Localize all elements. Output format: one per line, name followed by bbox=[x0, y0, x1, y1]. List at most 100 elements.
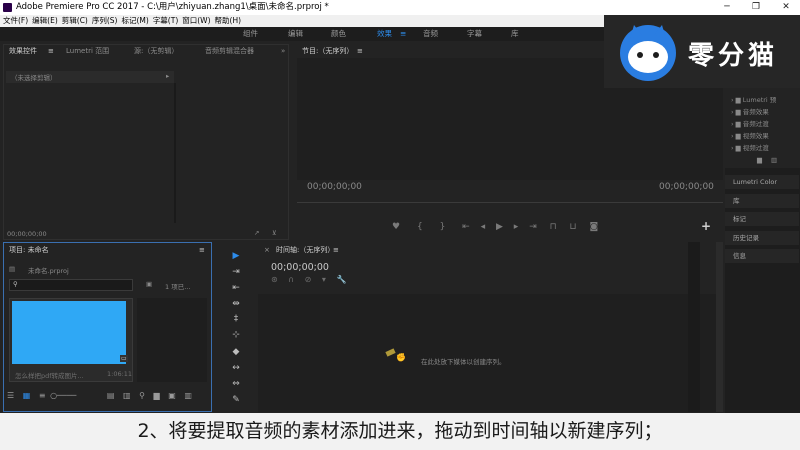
tree-item-audio-effects[interactable]: › ▆ 音频效果 bbox=[731, 106, 769, 116]
effects-tree: › ▆ Lumetri 预 › ▆ 音频效果 › ▆ 音频过渡 › ▆ 视频效果… bbox=[725, 88, 800, 168]
sort-icon[interactable]: ≡ bbox=[39, 391, 46, 400]
camera-icon[interactable]: ◙ bbox=[589, 222, 598, 232]
more-tabs-icon[interactable]: » bbox=[281, 45, 285, 57]
filter-icon[interactable]: ⊻ bbox=[272, 229, 277, 237]
clip-name: 怎么样把pdf转成图片... bbox=[15, 372, 84, 380]
play-icon[interactable]: ▶ bbox=[496, 222, 503, 232]
lift-icon[interactable]: ⊓ bbox=[550, 222, 557, 232]
pen-tool-icon[interactable]: ⇔ bbox=[228, 377, 244, 391]
close-icon[interactable]: ✕ bbox=[775, 0, 797, 15]
project-file-name: 未命名.prproj bbox=[28, 267, 69, 275]
zoom-slider[interactable]: ○──── bbox=[50, 391, 76, 400]
tab-effect-controls[interactable]: 效果控件 bbox=[9, 45, 37, 57]
workspace-libraries[interactable]: 库 bbox=[511, 27, 519, 41]
project-menu-icon[interactable]: ≡ bbox=[199, 244, 205, 256]
clip-thumbnail-card[interactable]: ▭ 怎么样把pdf转成图片... 1:06:11 bbox=[9, 298, 133, 382]
new-bin-icon[interactable]: ▆ bbox=[154, 391, 160, 400]
minimize-icon[interactable]: ─ bbox=[716, 0, 738, 15]
project-title: 项目: 未命名 bbox=[9, 246, 49, 254]
workspace-audio[interactable]: 音频 bbox=[423, 27, 438, 41]
hand-tool-icon[interactable]: ✎ bbox=[228, 393, 244, 407]
slide-tool-icon[interactable]: ↔ bbox=[228, 361, 244, 375]
in-point-icon[interactable]: { bbox=[417, 222, 423, 232]
timeline-close-icon[interactable]: × bbox=[264, 244, 270, 256]
list-view-icon[interactable]: ☰ bbox=[7, 391, 14, 400]
tree-item-video-effects[interactable]: › ▆ 视频效果 bbox=[731, 130, 769, 140]
rate-stretch-tool-icon[interactable]: ‡ bbox=[228, 312, 244, 326]
settings-wrench-icon[interactable]: 🔧 bbox=[336, 275, 346, 284]
menu-title[interactable]: 字幕(T) bbox=[153, 15, 178, 27]
find-icon[interactable]: ⚲ bbox=[139, 391, 145, 400]
menu-help[interactable]: 帮助(H) bbox=[215, 15, 242, 27]
snap-icon[interactable]: ∩ bbox=[288, 275, 294, 284]
rolling-edit-tool-icon[interactable]: ⇹ bbox=[228, 297, 244, 311]
menu-marker[interactable]: 标记(M) bbox=[121, 15, 148, 27]
timeline-toolbar: ⊛ ∩ ⊘ ▾ 🔧 bbox=[271, 275, 346, 284]
clip-duration: 1:06:11 bbox=[107, 370, 133, 378]
new-bin-from-search-icon[interactable]: ▣ bbox=[146, 280, 152, 288]
program-scrub-bar[interactable] bbox=[297, 202, 723, 203]
project-search-input[interactable]: ⚲ bbox=[9, 279, 133, 291]
menu-edit[interactable]: 编辑(E) bbox=[32, 15, 58, 27]
timeline-drop-area[interactable] bbox=[258, 294, 716, 412]
delete-icon[interactable]: ▥ bbox=[771, 156, 777, 164]
selection-tool-icon[interactable]: ▶ bbox=[228, 249, 244, 263]
project-panel: 项目: 未命名 ≡ ▤ 未命名.prproj ⚲ ▣ 1 项已... ▭ 怎么样… bbox=[3, 242, 212, 412]
linked-selection-icon[interactable]: ⊘ bbox=[305, 275, 312, 284]
workspace-editing[interactable]: 编辑 bbox=[288, 27, 303, 41]
timeline-title: 时间轴:（无序列） bbox=[276, 246, 335, 254]
new-item-icon[interactable]: ▣ bbox=[168, 391, 176, 400]
timeline-scrollbar[interactable] bbox=[716, 242, 723, 412]
new-folder-icon[interactable]: ▆ bbox=[757, 156, 762, 164]
menu-file[interactable]: 文件(F) bbox=[3, 15, 28, 27]
effect-controls-panel: 效果控件 ≡ Lumetri 范围 源:（无剪辑） 音频剪辑混合器 » （未选择… bbox=[3, 44, 289, 240]
ripple-edit-tool-icon[interactable]: ⇤ bbox=[228, 281, 244, 295]
marker-icon[interactable]: ♥ bbox=[392, 222, 400, 232]
maximize-icon[interactable]: ❐ bbox=[745, 0, 767, 15]
tree-item-video-transitions[interactable]: › ▆ 视频过渡 bbox=[731, 142, 769, 152]
panel-info[interactable]: 信息 bbox=[725, 249, 799, 263]
automate-icon[interactable]: ▥ bbox=[123, 391, 131, 400]
program-menu-icon[interactable]: ≡ bbox=[357, 45, 363, 57]
panel-history[interactable]: 历史记录 bbox=[725, 231, 799, 245]
razor-tool-icon[interactable]: ⊹ bbox=[228, 328, 244, 342]
timeline-timecode: 00;00;00;00 bbox=[271, 262, 329, 273]
nest-icon[interactable]: ⊛ bbox=[271, 275, 278, 284]
workspace-menu-icon[interactable]: ≡ bbox=[400, 27, 406, 41]
tree-item-lumetri[interactable]: › ▆ Lumetri 预 bbox=[731, 94, 776, 104]
step-forward-icon[interactable]: ▸ bbox=[514, 222, 519, 232]
add-button-icon[interactable]: + bbox=[701, 219, 711, 233]
tree-item-audio-transitions[interactable]: › ▆ 音频过渡 bbox=[731, 118, 769, 128]
clear-icon[interactable]: ▥ bbox=[184, 391, 192, 400]
icon-view-icon[interactable]: ▦ bbox=[23, 391, 31, 400]
tab-audio-clip-mixer[interactable]: 音频剪辑混合器 bbox=[205, 45, 254, 57]
step-back-icon[interactable]: ◂ bbox=[481, 222, 486, 232]
timeline-menu-icon[interactable]: ≡ bbox=[333, 244, 339, 256]
export-icon[interactable]: ↗ bbox=[254, 229, 259, 237]
track-select-tool-icon[interactable]: ⇥ bbox=[228, 265, 244, 279]
menu-window[interactable]: 窗口(W) bbox=[182, 15, 210, 27]
panel-libraries[interactable]: 库 bbox=[725, 194, 799, 208]
go-to-in-icon[interactable]: ⇤ bbox=[462, 222, 470, 232]
project-empty-area[interactable] bbox=[137, 298, 207, 382]
go-to-out-icon[interactable]: ⇥ bbox=[529, 222, 537, 232]
menu-sequence[interactable]: 序列(S) bbox=[92, 15, 118, 27]
panel-lumetri-color[interactable]: Lumetri Color bbox=[725, 175, 799, 189]
search-icon: ⚲ bbox=[13, 280, 18, 288]
panel-markers[interactable]: 标记 bbox=[725, 212, 799, 226]
extract-icon[interactable]: ⊔ bbox=[570, 222, 577, 232]
workspace-assembly[interactable]: 组件 bbox=[243, 27, 258, 41]
slip-tool-icon[interactable]: ◆ bbox=[228, 345, 244, 359]
workspace-color[interactable]: 颜色 bbox=[331, 27, 346, 41]
tab-lumetri-scopes[interactable]: Lumetri 范围 bbox=[66, 45, 109, 57]
workspace-effects[interactable]: 效果 bbox=[377, 27, 392, 41]
drag-cursor-icon: ✊ bbox=[396, 353, 406, 362]
tab-source[interactable]: 源:（无剪辑） bbox=[134, 45, 178, 57]
add-marker-icon[interactable]: ▾ bbox=[322, 275, 326, 284]
sort-icons-icon[interactable]: ▤ bbox=[107, 391, 115, 400]
tab-menu-icon[interactable]: ≡ bbox=[48, 45, 54, 57]
out-point-icon[interactable]: } bbox=[440, 222, 446, 232]
menu-clip[interactable]: 剪辑(C) bbox=[62, 15, 88, 27]
workspace-titles[interactable]: 字幕 bbox=[467, 27, 482, 41]
expand-arrow-icon[interactable]: ▸ bbox=[166, 72, 169, 80]
